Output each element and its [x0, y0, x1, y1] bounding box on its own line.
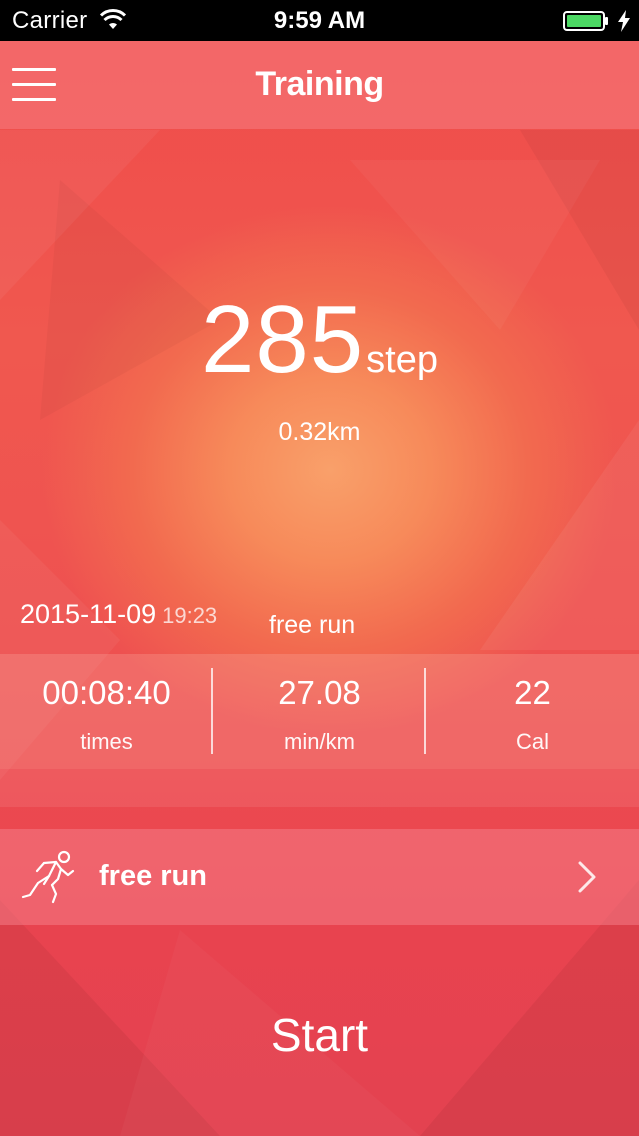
stats-panel-footer [0, 769, 639, 807]
background-facets [0, 130, 639, 1136]
step-count-unit: step [366, 339, 438, 381]
stat-label: times [80, 729, 133, 754]
stat-value: 22 [514, 674, 551, 711]
step-count: 285step [0, 285, 639, 395]
nav-bar: Training [0, 41, 639, 129]
mode-selector-row[interactable]: free run [0, 829, 639, 925]
chevron-right-icon [578, 861, 596, 893]
session-mode: free run [269, 611, 356, 639]
stat-label: min/km [284, 729, 355, 754]
stat-duration: 00:08:40 times [0, 654, 213, 769]
training-screen: Carrier 9:59 AM Training 285step 0.32km … [0, 0, 639, 1136]
session-time: 19:23 [162, 603, 218, 628]
stat-calories: 22 Cal [426, 654, 639, 769]
stat-label: Cal [515, 729, 549, 754]
start-button[interactable]: Start [200, 990, 439, 1080]
stat-pace: 27.08 min/km [213, 654, 426, 769]
status-bar: Carrier 9:59 AM [0, 0, 639, 41]
clock: 9:59 AM [273, 7, 366, 34]
session-date-value: 2015-11-09 [20, 599, 157, 629]
session-date: 2015-11-09 19:23 [20, 599, 217, 630]
stat-value: 00:08:40 [42, 674, 171, 711]
bolt-icon [618, 10, 630, 32]
distance-value: 0.32km [278, 418, 361, 446]
step-count-value: 285 [201, 286, 365, 393]
mode-selector-label: free run [99, 860, 207, 892]
page-title: Training [255, 65, 384, 103]
runner-icon [21, 850, 75, 904]
stats-panel: 00:08:40 times 27.08 min/km 22 Cal [0, 654, 639, 769]
stat-value: 27.08 [278, 674, 361, 711]
battery-icon [563, 11, 608, 31]
